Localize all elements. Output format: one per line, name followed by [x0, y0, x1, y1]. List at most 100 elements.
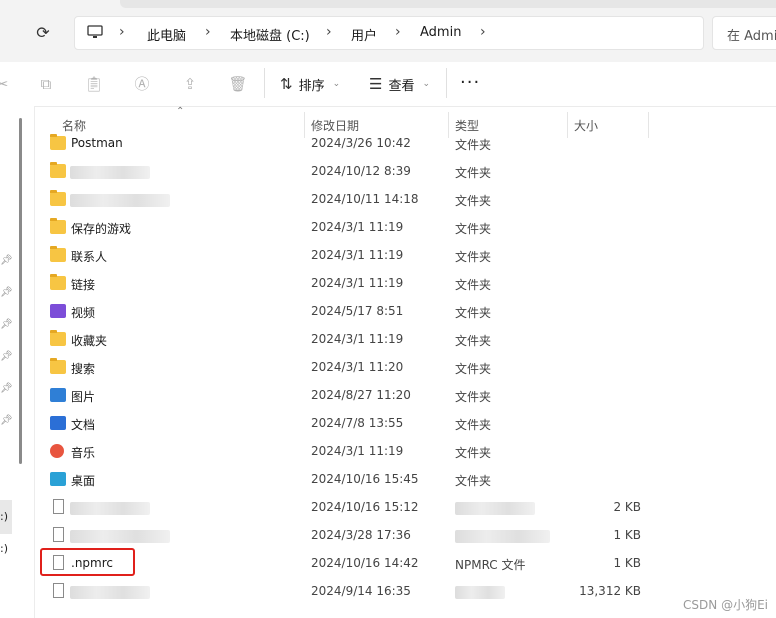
file-name[interactable]: Postman — [71, 136, 123, 150]
paste-icon[interactable]: 📋︎ — [84, 74, 104, 94]
file-row[interactable]: 2024/10/16 15:12 2 KB — [40, 494, 680, 522]
file-name[interactable]: 桌面 — [71, 472, 95, 489]
toolbar-divider — [446, 68, 447, 98]
music-folder-icon — [50, 444, 64, 458]
redacted-name — [70, 586, 150, 599]
toolbar-divider — [264, 68, 265, 98]
more-options-button[interactable]: ··· — [460, 72, 480, 93]
file-size: 2 KB — [613, 500, 641, 514]
file-type: 文件夹 — [455, 362, 492, 376]
share-icon[interactable]: ⇪ — [180, 74, 200, 94]
sort-button[interactable]: ⇅ 排序 ⌄ — [280, 72, 340, 96]
breadcrumb-admin[interactable]: Admin — [420, 25, 461, 40]
view-button[interactable]: ☰ 查看 ⌄ — [369, 72, 430, 96]
file-modified-date: 2024/3/1 11:19 — [311, 332, 404, 346]
chevron-down-icon: ⌄ — [332, 79, 341, 89]
file-icon — [53, 499, 64, 514]
file-row[interactable]: 文档 2024/7/8 13:55 文件夹 — [40, 410, 680, 438]
file-icon — [53, 583, 64, 598]
file-name[interactable]: 图片 — [71, 388, 95, 405]
file-name[interactable]: 文档 — [71, 416, 95, 433]
computer-icon[interactable] — [87, 25, 103, 43]
chevron-right-icon[interactable]: › — [326, 24, 332, 40]
chevron-right-icon[interactable]: › — [119, 24, 125, 40]
search-input[interactable]: 在 Admi — [712, 16, 776, 50]
file-size: 13,312 KB — [579, 584, 641, 598]
file-name[interactable]: 链接 — [71, 276, 95, 293]
rename-icon[interactable]: Ⓐ — [132, 74, 152, 94]
file-modified-date: 2024/10/16 15:45 — [311, 472, 419, 486]
breadcrumb-this-pc[interactable]: 此电脑 — [147, 25, 186, 44]
file-name[interactable]: 视频 — [71, 304, 95, 321]
breadcrumb-users[interactable]: 用户 — [351, 25, 377, 44]
folder-icon — [50, 246, 66, 262]
file-type: NPMRC 文件 — [455, 558, 526, 572]
file-row[interactable]: .npmrc 2024/10/16 14:42 NPMRC 文件 1 KB — [40, 550, 680, 578]
folder-icon — [50, 190, 66, 206]
file-type: 文件夹 — [455, 446, 492, 460]
redacted-type — [455, 586, 505, 599]
file-modified-date: 2024/9/14 16:35 — [311, 584, 411, 598]
file-row[interactable]: 2024/10/11 14:18 文件夹 — [40, 186, 680, 214]
breadcrumb[interactable]: › 此电脑 › 本地磁盘 (C:) › 用户 › Admin › — [74, 16, 704, 50]
redacted-name — [70, 166, 150, 179]
file-row[interactable]: 搜索 2024/3/1 11:20 文件夹 — [40, 354, 680, 382]
chevron-right-icon[interactable]: › — [205, 24, 211, 40]
file-row[interactable]: 视频 2024/5/17 8:51 文件夹 — [40, 298, 680, 326]
folder-icon — [50, 162, 66, 178]
file-row[interactable]: 图片 2024/8/27 11:20 文件夹 — [40, 382, 680, 410]
file-row[interactable]: 保存的游戏 2024/3/1 11:19 文件夹 — [40, 214, 680, 242]
breadcrumb-local-disk[interactable]: 本地磁盘 (C:) — [230, 25, 310, 44]
file-size: 1 KB — [613, 556, 641, 570]
file-name[interactable]: 保存的游戏 — [71, 220, 131, 237]
file-type: 文件夹 — [455, 222, 492, 236]
file-type: 文件夹 — [455, 278, 492, 292]
search-placeholder: 在 Admi — [727, 29, 776, 44]
file-type: 文件夹 — [455, 138, 492, 152]
npmrc-highlight-box — [40, 548, 135, 576]
chevron-right-icon[interactable]: › — [395, 24, 401, 40]
redacted-name — [70, 530, 170, 543]
file-row[interactable]: 2024/10/12 8:39 文件夹 — [40, 158, 680, 186]
file-row[interactable]: 收藏夹 2024/3/1 11:19 文件夹 — [40, 326, 680, 354]
file-name[interactable]: 搜索 — [71, 360, 95, 377]
navigation-pane[interactable]: 📌︎ 📌︎ 📌︎ 📌︎ 📌︎ 📌︎ :) :) — [0, 106, 35, 618]
file-modified-date: 2024/3/1 11:19 — [311, 444, 404, 458]
file-row[interactable]: 2024/9/14 16:35 13,312 KB — [40, 578, 680, 606]
folder-icon — [50, 358, 66, 374]
drive-item[interactable]: :) — [0, 510, 8, 523]
watermark: CSDN @小狗Ei — [683, 598, 768, 612]
refresh-icon[interactable]: ⟳ — [30, 20, 56, 46]
file-modified-date: 2024/10/16 15:12 — [311, 500, 419, 514]
copy-icon[interactable]: ⧉ — [36, 74, 56, 94]
chevron-down-icon: ⌄ — [422, 79, 431, 89]
file-name[interactable]: 联系人 — [71, 248, 107, 265]
cut-icon[interactable]: ✂ — [0, 74, 12, 94]
redacted-name — [70, 194, 170, 207]
file-modified-date: 2024/3/28 17:36 — [311, 528, 411, 542]
file-type: 文件夹 — [455, 194, 492, 208]
file-row[interactable]: 链接 2024/3/1 11:19 文件夹 — [40, 270, 680, 298]
file-modified-date: 2024/10/16 14:42 — [311, 556, 419, 570]
file-name[interactable]: 收藏夹 — [71, 332, 107, 349]
file-row[interactable]: Postman 2024/3/26 10:42 文件夹 — [40, 130, 680, 158]
chevron-right-icon[interactable]: › — [480, 24, 486, 40]
file-modified-date: 2024/5/17 8:51 — [311, 304, 404, 318]
file-modified-date: 2024/8/27 11:20 — [311, 388, 411, 402]
file-row[interactable]: 2024/3/28 17:36 1 KB — [40, 522, 680, 550]
file-row[interactable]: 联系人 2024/3/1 11:19 文件夹 — [40, 242, 680, 270]
file-row[interactable]: 音乐 2024/3/1 11:19 文件夹 — [40, 438, 680, 466]
file-size: 1 KB — [613, 528, 641, 542]
file-name[interactable]: 音乐 — [71, 444, 95, 461]
file-modified-date: 2024/3/1 11:20 — [311, 360, 404, 374]
file-modified-date: 2024/3/1 11:19 — [311, 248, 404, 262]
file-modified-date: 2024/7/8 13:55 — [311, 416, 404, 430]
file-modified-date: 2024/3/1 11:19 — [311, 276, 404, 290]
command-bar: ✂ ⧉ 📋︎ Ⓐ ⇪ 🗑︎ ⇅ 排序 ⌄ ☰ 查看 ⌄ ··· — [0, 62, 776, 107]
drive-item[interactable]: :) — [0, 542, 8, 555]
file-row[interactable]: 桌面 2024/10/16 15:45 文件夹 — [40, 466, 680, 494]
navigation-scrollbar[interactable] — [19, 118, 22, 464]
delete-icon[interactable]: 🗑︎ — [228, 74, 248, 94]
folder-icon — [50, 330, 66, 346]
folder-icon — [50, 218, 66, 234]
